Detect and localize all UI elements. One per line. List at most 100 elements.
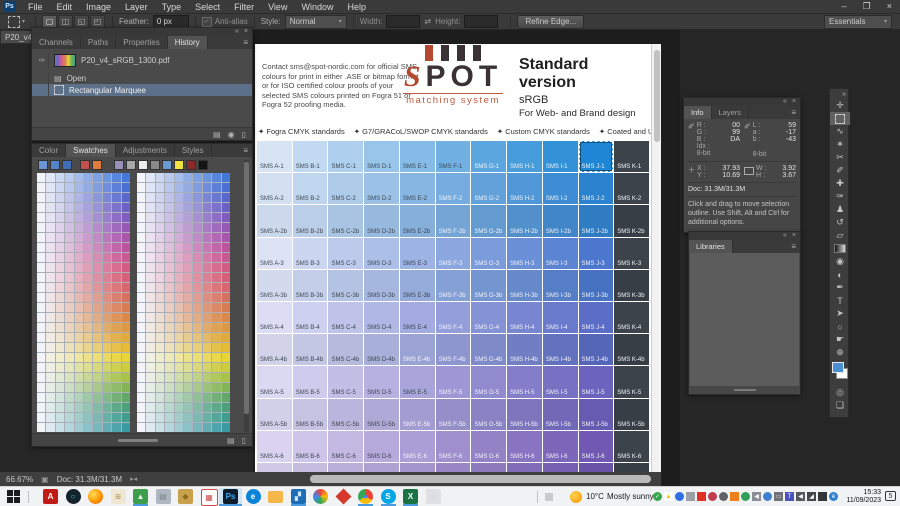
color-swatch[interactable] [137,413,145,422]
color-swatch[interactable] [156,383,164,392]
color-swatch[interactable] [165,233,173,242]
color-swatch[interactable] [103,313,111,322]
color-swatch[interactable] [222,283,230,292]
app-excel[interactable]: X [403,489,418,504]
tab-color[interactable]: Color [32,144,66,157]
zoom-level[interactable]: 66.67% [6,475,33,484]
color-swatch[interactable] [165,193,173,202]
color-swatch[interactable] [65,233,73,242]
color-swatch[interactable] [65,273,73,282]
panel-menu-icon[interactable]: ≡ [239,36,252,49]
color-swatch[interactable] [184,373,192,382]
color-swatch[interactable] [222,223,230,232]
menu-help[interactable]: Help [340,2,373,12]
color-swatch[interactable] [222,173,230,182]
color-swatch[interactable] [46,213,54,222]
color-swatch[interactable] [193,403,201,412]
recent-swatch[interactable] [50,160,60,170]
color-swatch[interactable] [56,203,64,212]
tray-green-app[interactable] [741,492,750,501]
color-swatch[interactable] [84,333,92,342]
app-gold-tool[interactable]: ◆ [178,489,193,504]
color-swatch[interactable] [165,243,173,252]
color-swatch[interactable] [212,333,220,342]
color-swatch[interactable] [75,293,83,302]
color-swatch[interactable] [75,273,83,282]
color-swatch[interactable] [37,173,45,182]
history-brush-source-icon[interactable]: ✑ [36,52,49,68]
color-swatch[interactable] [103,263,111,272]
menu-view[interactable]: View [261,2,294,12]
color-swatch[interactable] [156,423,164,432]
color-swatch[interactable] [193,183,201,192]
color-swatch[interactable] [93,323,101,332]
color-swatch[interactable] [75,193,83,202]
color-swatch[interactable] [75,333,83,342]
clone-stamp-tool[interactable]: ♟ [830,203,850,216]
color-swatch[interactable] [193,173,201,182]
color-swatch[interactable] [46,273,54,282]
color-swatch[interactable] [75,253,83,262]
color-swatch[interactable] [175,243,183,252]
color-swatch[interactable] [122,333,130,342]
color-swatch[interactable] [203,243,211,252]
color-swatch[interactable] [37,183,45,192]
color-swatch[interactable] [84,343,92,352]
color-swatch[interactable] [103,213,111,222]
tab-libraries[interactable]: Libraries [689,240,733,253]
color-swatch[interactable] [203,273,211,282]
color-swatch[interactable] [146,323,154,332]
color-swatch[interactable] [46,373,54,382]
color-swatch[interactable] [93,293,101,302]
menu-layer[interactable]: Layer [118,2,155,12]
color-swatch[interactable] [84,413,92,422]
color-swatch[interactable] [203,353,211,362]
color-swatch[interactable] [112,423,120,432]
color-swatch[interactable] [56,403,64,412]
color-swatch[interactable] [184,323,192,332]
color-swatch[interactable] [65,353,73,362]
color-swatch[interactable] [175,233,183,242]
color-swatch[interactable] [75,393,83,402]
color-swatch[interactable] [75,213,83,222]
color-swatch[interactable] [137,403,145,412]
color-swatch[interactable] [212,203,220,212]
color-swatch[interactable] [203,233,211,242]
color-swatch[interactable] [37,363,45,372]
color-swatch[interactable] [184,343,192,352]
color-swatch[interactable] [65,413,73,422]
color-swatch[interactable] [137,223,145,232]
color-swatch[interactable] [93,403,101,412]
document-hscroll-thumb[interactable] [310,475,651,483]
color-swatch[interactable] [93,263,101,272]
move-tool[interactable]: ✛ [830,99,850,112]
color-swatch[interactable] [46,393,54,402]
color-swatch[interactable] [203,403,211,412]
color-swatch[interactable] [156,263,164,272]
color-swatch[interactable] [37,193,45,202]
color-swatch[interactable] [175,323,183,332]
app-search-dim[interactable]: ○ [426,489,441,504]
color-swatch[interactable] [93,303,101,312]
color-swatch[interactable] [175,303,183,312]
color-swatch[interactable] [112,413,120,422]
color-swatch[interactable] [193,313,201,322]
color-swatch[interactable] [222,243,230,252]
color-swatch[interactable] [56,263,64,272]
color-swatch[interactable] [137,313,145,322]
color-swatch[interactable] [146,373,154,382]
color-swatch[interactable] [56,323,64,332]
color-swatch[interactable] [122,343,130,352]
color-swatch[interactable] [137,283,145,292]
color-swatch[interactable] [46,253,54,262]
color-swatch[interactable] [193,243,201,252]
color-swatch[interactable] [112,323,120,332]
color-swatch[interactable] [222,403,230,412]
color-swatch[interactable] [222,213,230,222]
tray-volume-icon[interactable]: ◀ [752,492,761,501]
hand-tool[interactable]: ☛ [830,333,850,346]
color-swatch[interactable] [193,233,201,242]
color-swatch[interactable] [137,393,145,402]
color-swatch[interactable] [122,193,130,202]
close-panel-icon[interactable]: × [792,232,796,240]
